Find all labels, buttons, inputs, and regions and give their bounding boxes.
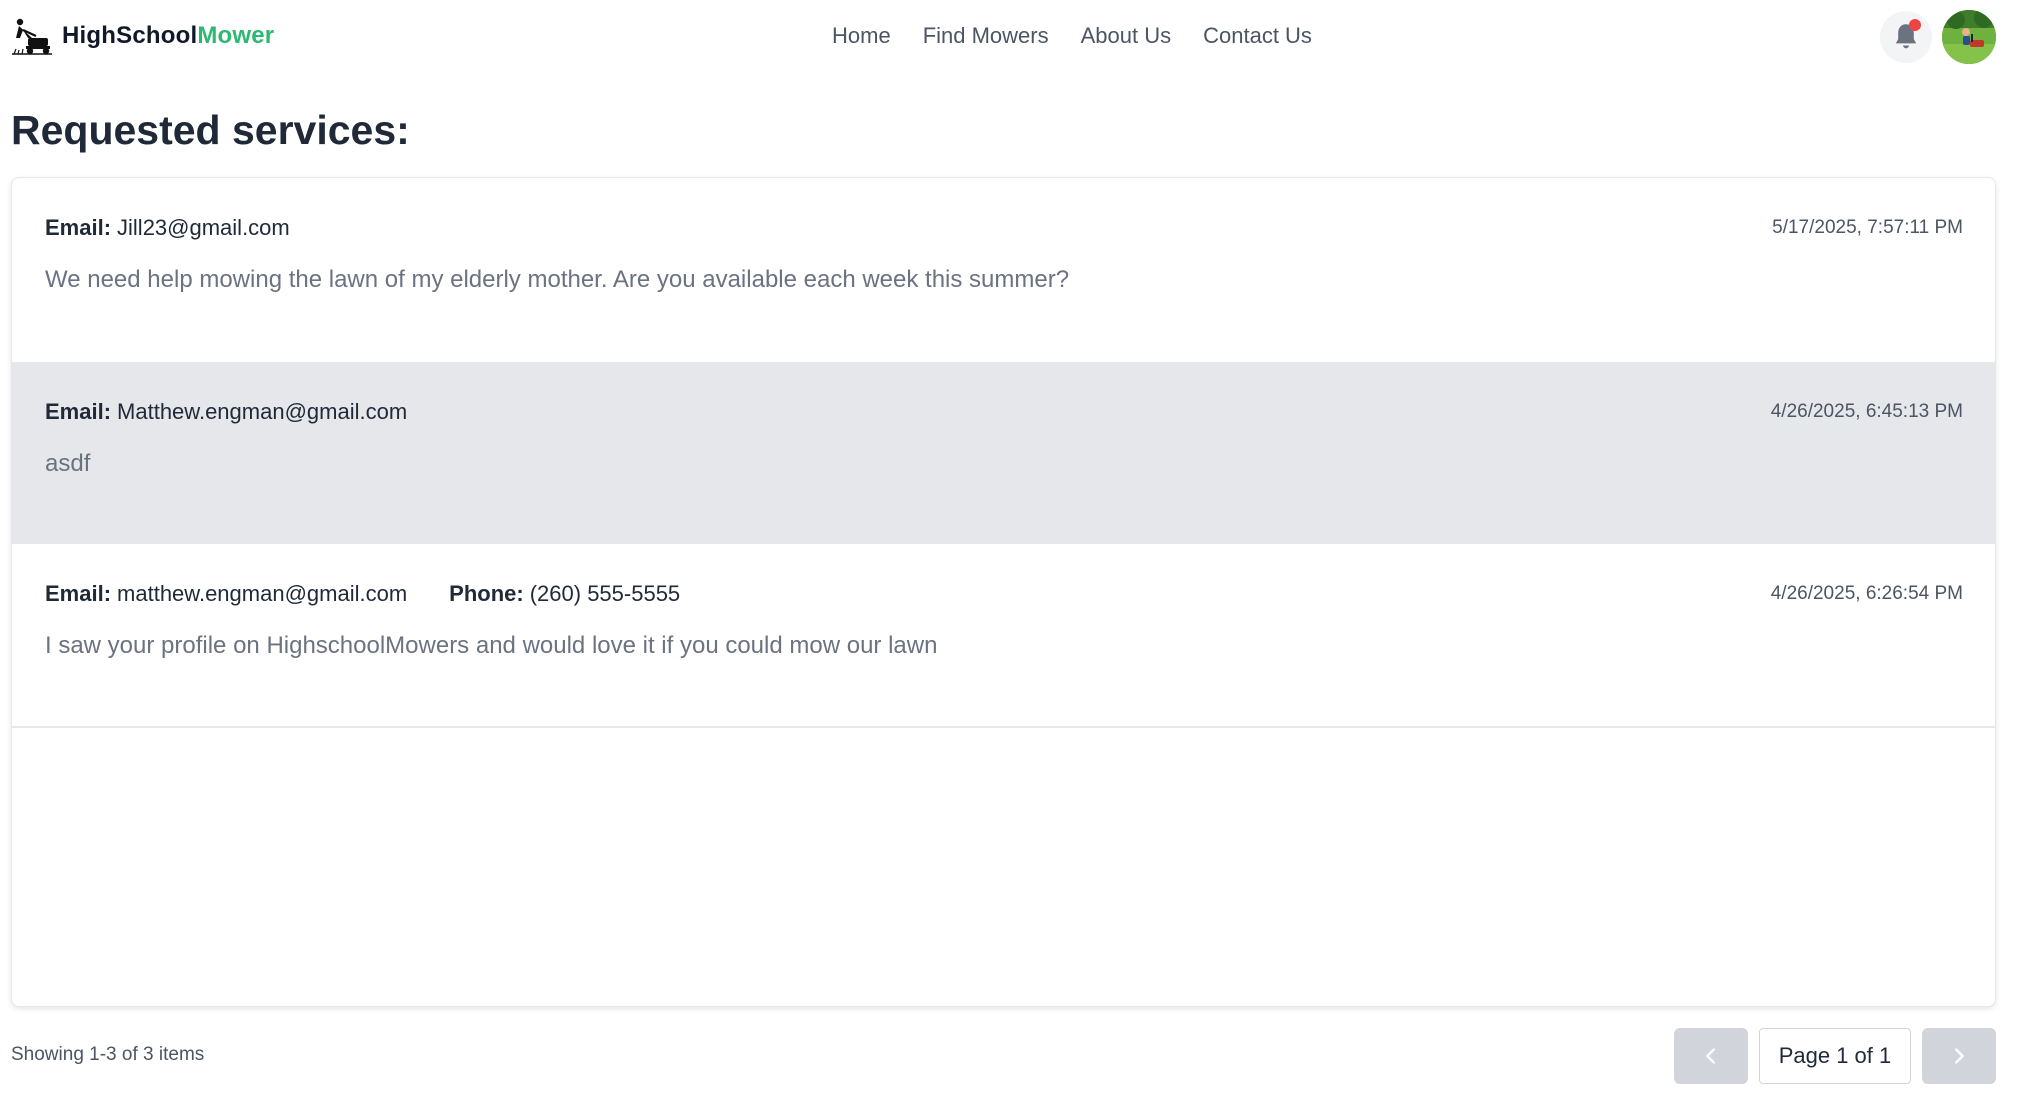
- page-indicator: Page 1 of 1: [1759, 1028, 1911, 1084]
- requests-list: Email: Jill23@gmail.com 5/17/2025, 7:57:1…: [11, 177, 1996, 1007]
- email-value: matthew.engman@gmail.com: [117, 581, 408, 606]
- request-meta: Email: matthew.engman@gmail.com Phone: (26…: [45, 580, 1963, 608]
- main-nav: Home Find Mowers About Us Contact Us: [832, 22, 1312, 50]
- user-avatar[interactable]: [1942, 10, 1996, 64]
- page-title: Requested services:: [11, 107, 410, 153]
- request-meta: Email: Matthew.engman@gmail.com 4/26/2025…: [45, 398, 1963, 426]
- email-label: Email:: [45, 399, 112, 424]
- list-end-divider: [12, 726, 1995, 728]
- nav-about-us[interactable]: About Us: [1081, 22, 1172, 50]
- nav-home[interactable]: Home: [832, 22, 891, 50]
- lawn-mower-logo-icon: [12, 18, 52, 55]
- request-timestamp: 4/26/2025, 6:45:13 PM: [1770, 401, 1963, 422]
- request-email: Email: Matthew.engman@gmail.com: [45, 399, 407, 425]
- request-item[interactable]: Email: Matthew.engman@gmail.com 4/26/2025…: [12, 362, 1995, 544]
- items-count-text: Showing 1-3 of 3 items: [11, 1044, 205, 1065]
- prev-page-button[interactable]: [1674, 1028, 1748, 1084]
- phone-value: (260) 555-5555: [529, 581, 681, 606]
- notifications-button[interactable]: [1880, 11, 1932, 63]
- request-item[interactable]: Email: matthew.engman@gmail.com Phone: (26…: [12, 544, 1995, 726]
- page: HighSchoolMower Home Find Mowers About U…: [0, 0, 2018, 1100]
- pagination: Page 1 of 1: [1674, 1028, 1996, 1084]
- notification-dot: [1909, 19, 1921, 31]
- nav-find-mowers[interactable]: Find Mowers: [923, 22, 1049, 50]
- request-email: Email: Jill23@gmail.com: [45, 215, 290, 241]
- avatar-image: [1942, 10, 1996, 64]
- next-page-button[interactable]: [1922, 1028, 1996, 1084]
- request-item[interactable]: Email: Jill23@gmail.com 5/17/2025, 7:57:1…: [12, 178, 1995, 362]
- brand-name-part1: HighSchool: [62, 22, 198, 49]
- brand-name: HighSchoolMower: [62, 22, 274, 50]
- top-nav-bar: HighSchoolMower Home Find Mowers About U…: [0, 0, 2018, 74]
- request-timestamp: 5/17/2025, 7:57:11 PM: [1772, 217, 1963, 238]
- email-label: Email:: [45, 215, 112, 240]
- request-message: I saw your profile on HighschoolMowers a…: [45, 632, 938, 659]
- request-meta: Email: Jill23@gmail.com 5/17/2025, 7:57:1…: [45, 214, 1963, 242]
- email-value: Jill23@gmail.com: [117, 215, 290, 240]
- request-email: Email: matthew.engman@gmail.com: [45, 581, 407, 607]
- request-message: asdf: [45, 450, 91, 477]
- request-phone: Phone: (260) 555-5555: [449, 581, 680, 607]
- chevron-right-icon: [1955, 1048, 1964, 1064]
- request-message: We need help mowing the lawn of my elder…: [45, 266, 1070, 293]
- email-value: Matthew.engman@gmail.com: [117, 399, 408, 424]
- chevron-left-icon: [1706, 1048, 1715, 1064]
- brand-name-part2: Mower: [197, 22, 275, 49]
- nav-contact-us[interactable]: Contact Us: [1203, 22, 1312, 50]
- brand[interactable]: HighSchoolMower: [10, 16, 274, 56]
- phone-label: Phone:: [449, 581, 524, 606]
- request-timestamp: 4/26/2025, 6:26:54 PM: [1770, 583, 1963, 604]
- email-label: Email:: [45, 581, 112, 606]
